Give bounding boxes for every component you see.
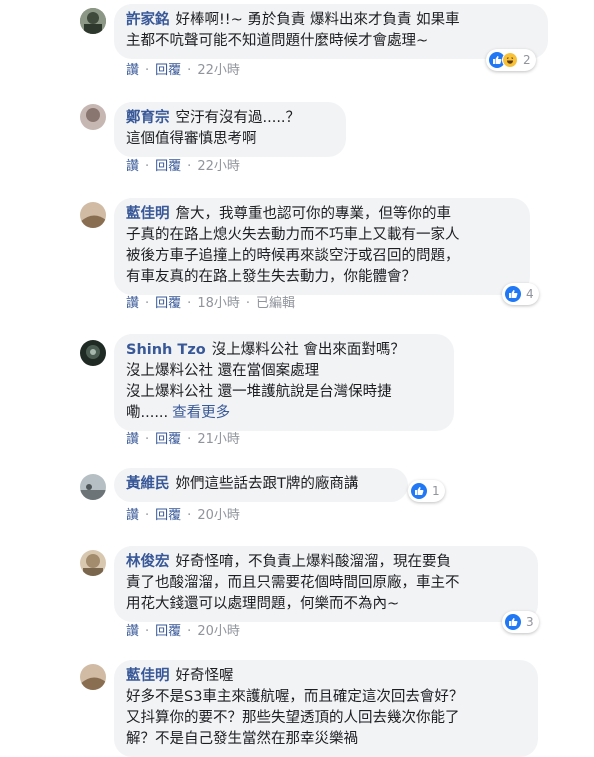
separator-dot: ·: [145, 624, 150, 639]
separator-dot: ·: [145, 432, 150, 447]
comment-text-line: 責了也酸溜溜，而且只需要花個時間回原廠，車主不: [126, 575, 460, 591]
avatar-image: [80, 550, 106, 576]
avatar[interactable]: [80, 104, 106, 130]
comment-timestamp[interactable]: 21小時: [197, 432, 240, 447]
avatar[interactable]: [80, 8, 106, 34]
comment-text-line: 有車友真的在路上發生失去動力，你能體會？: [126, 269, 416, 285]
avatar-image: [80, 202, 106, 228]
avatar[interactable]: [80, 474, 106, 500]
reaction-count: 4: [526, 287, 534, 301]
comment-author[interactable]: 許家銘: [126, 12, 170, 28]
reply-link[interactable]: 回覆: [155, 432, 181, 447]
comment-text-line: 沒上爆料公社 還一堆護航說是台灣保時捷: [126, 384, 392, 400]
like-link[interactable]: 讚: [126, 159, 139, 174]
comment-author[interactable]: 鄭育宗: [126, 110, 170, 126]
comment-bubble: 藍佳明 詹大，我尊重也認可你的專業，但等你的車 子真的在路上熄火失去動力而不巧車上…: [114, 198, 530, 295]
comment-text-line: 被後方車子追撞上的時候再來談空汙或召回的問題，: [126, 248, 460, 264]
comment-author[interactable]: 藍佳明: [126, 206, 170, 222]
comment-text-line: 解？不是自己發生當然在那幸災樂禍: [126, 731, 358, 747]
comment-text-line: 嘞......: [126, 405, 169, 421]
comment-text-line: 子真的在路上熄火失去動力而不巧車上又載有一家人: [126, 227, 460, 243]
comment-author[interactable]: 藍佳明: [126, 668, 170, 684]
comment-text-line: 主都不吭聲可能不知道問題什麼時候才會處理~: [126, 33, 429, 49]
like-link[interactable]: 讚: [126, 63, 139, 78]
separator-dot: ·: [145, 63, 150, 78]
reply-link[interactable]: 回覆: [155, 63, 181, 78]
reaction-summary[interactable]: 4: [502, 283, 539, 305]
comment-bubble: 許家銘 好棒啊!!~ 勇於負責 爆料出來才負責 如果車 主都不吭聲可能不知道問題什…: [114, 4, 548, 59]
separator-dot: ·: [245, 296, 250, 311]
separator-dot: ·: [145, 508, 150, 523]
comment-timestamp[interactable]: 22小時: [197, 63, 240, 78]
avatar[interactable]: [80, 550, 106, 576]
reply-link[interactable]: 回覆: [155, 508, 181, 523]
reply-link[interactable]: 回覆: [155, 624, 181, 639]
comment-actions: 讚 · 回覆 · 20小時: [126, 623, 240, 641]
avatar-image: [80, 340, 106, 366]
comment-actions: 讚 · 回覆 · 22小時: [126, 158, 240, 176]
comment-bubble: 藍佳明 好奇怪喔 好多不是S3車主來護航喔，而且確定這次回去會好？ 又抖算你的要不…: [114, 660, 538, 757]
separator-dot: ·: [187, 63, 192, 78]
comment-actions: 讚 · 回覆 · 20小時: [126, 507, 240, 525]
separator-dot: ·: [187, 296, 192, 311]
comment-actions: 讚 · 回覆 · 21小時: [126, 431, 240, 449]
comment-text-line: 好多不是S3車主來護航喔，而且確定這次回去會好？: [126, 689, 464, 705]
comment-author[interactable]: 林俊宏: [126, 554, 170, 570]
reply-link[interactable]: 回覆: [155, 159, 181, 174]
comment-author[interactable]: Shinh Tzo: [126, 342, 206, 358]
comment-text-line: 用花大錢還可以處理問題，何樂而不為內~: [126, 596, 400, 612]
reply-link[interactable]: 回覆: [155, 296, 181, 311]
reaction-count: 1: [432, 484, 440, 498]
comment-actions: 讚 · 回覆 · 22小時: [126, 62, 240, 80]
comment-actions: 讚 · 回覆 · 18小時 · 已編輯: [126, 295, 295, 313]
comment-text-line: 妳們這些話去跟T牌的廠商講: [175, 476, 359, 492]
comment-timestamp[interactable]: 22小時: [197, 159, 240, 174]
like-reaction-icon: [505, 286, 521, 302]
haha-reaction-icon: [502, 52, 518, 68]
like-reaction-icon: [411, 483, 427, 499]
comment-text-line: 詹大，我尊重也認可你的專業，但等你的車: [175, 206, 452, 222]
reaction-summary[interactable]: 2: [486, 49, 536, 71]
reaction-count: 3: [526, 615, 534, 629]
see-more-link[interactable]: 查看更多: [172, 405, 230, 421]
comment-text-line: 空汙有沒有過.....？: [175, 110, 301, 126]
edited-label[interactable]: 已編輯: [256, 296, 295, 311]
avatar[interactable]: [80, 202, 106, 228]
comment-bubble: 黃維民 妳們這些話去跟T牌的廠商講: [114, 468, 408, 502]
avatar[interactable]: [80, 664, 106, 690]
like-link[interactable]: 讚: [126, 624, 139, 639]
comment-text-line: 沒上爆料公社 會出來面對嗎？: [211, 342, 405, 358]
comment-bubble: 林俊宏 好奇怪唷，不負責上爆料酸溜溜，現在要負 責了也酸溜溜，而且只需要花個時間回…: [114, 546, 538, 622]
separator-dot: ·: [187, 624, 192, 639]
comment-bubble: Shinh Tzo 沒上爆料公社 會出來面對嗎？ 沒上爆料公社 還在當個案處理 沒…: [114, 334, 454, 431]
comment-timestamp[interactable]: 20小時: [197, 508, 240, 523]
comment-text-line: 好棒啊!!~ 勇於負責 爆料出來才負責 如果車: [175, 12, 460, 28]
comment-bubble: 鄭育宗 空汙有沒有過.....？ 這個值得審慎思考啊: [114, 102, 346, 157]
avatar[interactable]: [80, 340, 106, 366]
like-link[interactable]: 讚: [126, 432, 139, 447]
comment-text-line: 沒上爆料公社 還在當個案處理: [126, 363, 320, 379]
comment-text-line: 又抖算你的要不？那些失望透頂的人回去幾次你能了: [126, 710, 460, 726]
like-link[interactable]: 讚: [126, 508, 139, 523]
comment-author[interactable]: 黃維民: [126, 476, 170, 492]
avatar-image: [80, 474, 106, 500]
separator-dot: ·: [187, 432, 192, 447]
separator-dot: ·: [145, 159, 150, 174]
avatar-image: [80, 664, 106, 690]
avatar-image: [80, 104, 106, 130]
separator-dot: ·: [187, 159, 192, 174]
comment-timestamp[interactable]: 18小時: [197, 296, 240, 311]
like-reaction-icon: [505, 614, 521, 630]
comment-text-line: 這個值得審慎思考啊: [126, 131, 257, 147]
comment-text-line: 好奇怪唷，不負責上爆料酸溜溜，現在要負: [175, 554, 452, 570]
reaction-summary[interactable]: 3: [502, 611, 539, 633]
avatar-image: [80, 8, 106, 34]
like-link[interactable]: 讚: [126, 296, 139, 311]
comment-text-line: 好奇怪喔: [175, 668, 234, 684]
reaction-count: 2: [523, 53, 531, 67]
comment-timestamp[interactable]: 20小時: [197, 624, 240, 639]
separator-dot: ·: [145, 296, 150, 311]
reaction-summary[interactable]: 1: [408, 480, 445, 502]
separator-dot: ·: [187, 508, 192, 523]
